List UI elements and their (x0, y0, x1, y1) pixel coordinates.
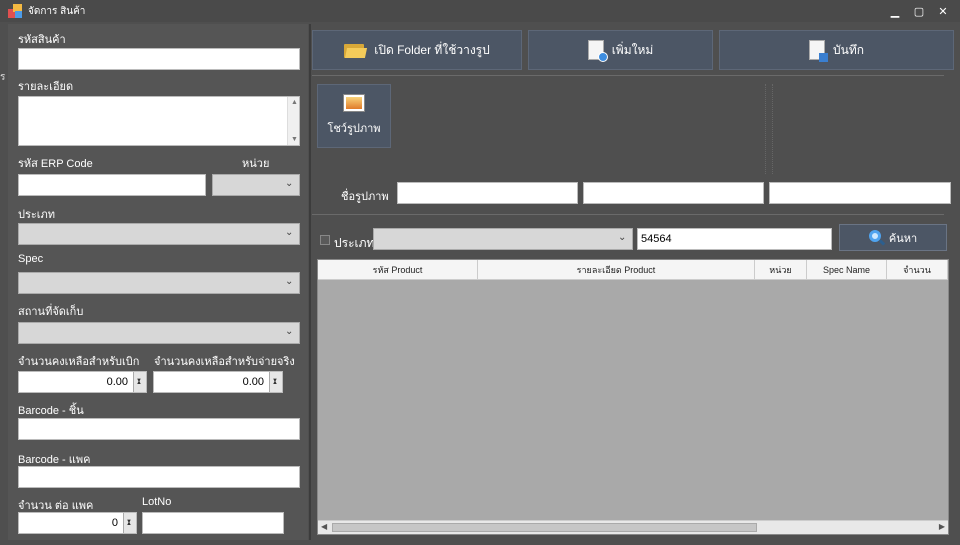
remain-actual-label: จำนวนคงเหลือสำหรับจ่ายจริง (154, 356, 295, 368)
chevron-down-icon: ⌄ (285, 276, 294, 287)
open-folder-button[interactable]: เปิด Folder ที่ใช้วางรูป (312, 30, 522, 70)
spec-label: Spec (18, 253, 44, 265)
minimize-button[interactable]: ▁ (884, 3, 906, 19)
remain-withdraw-stepper[interactable]: 0.00 ▲ ▼ (18, 371, 147, 393)
show-image-button[interactable]: โชว์รูปภาพ (317, 84, 391, 148)
search-button-label: ค้นหา (888, 232, 918, 245)
column-product-detail[interactable]: รายละเอียด Product (478, 260, 755, 280)
lotno-input[interactable] (142, 512, 284, 534)
chevron-down-icon: ⌄ (285, 227, 294, 238)
image-name-input-2[interactable] (583, 182, 764, 204)
right-panel: เปิด Folder ที่ใช้วางรูป เพิ่มใหม่ บันทึ… (312, 24, 956, 540)
detail-label: รายละเอียด (18, 81, 74, 93)
window-controls: ▁ ▢ ✕ (884, 3, 954, 19)
erp-code-input[interactable] (18, 174, 206, 196)
chevron-down-icon: ⌄ (285, 178, 294, 189)
save-document-icon (809, 40, 828, 62)
spinner-icon[interactable]: ▲ ▼ (133, 372, 146, 392)
open-folder-label: เปิด Folder ที่ใช้วางรูป (374, 42, 490, 57)
panel-divider (309, 24, 311, 540)
image-name-label: ชื่อรูปภาพ (341, 191, 389, 203)
toolbar-separator (312, 75, 944, 76)
add-new-label: เพิ่มใหม่ (611, 42, 654, 57)
detail-scrollbar[interactable]: ▲ ▼ (287, 97, 299, 145)
grid-horizontal-scrollbar[interactable]: ◀ ▶ (318, 520, 948, 534)
image-preview-divider (772, 84, 773, 174)
folder-icon (344, 42, 368, 58)
product-form-panel: รหัสสินค้า รายละเอียด ▲ ▼ รหัส ERP Code ห… (8, 24, 308, 540)
search-type-select[interactable]: ⌄ (373, 228, 633, 250)
image-preview-area (394, 84, 766, 174)
type-checkbox[interactable] (320, 235, 330, 245)
search-input[interactable]: 54564 (637, 228, 832, 250)
qty-per-pack-value: 0 (111, 517, 118, 529)
search-separator (312, 214, 944, 215)
lotno-label: LotNo (142, 496, 172, 508)
scroll-left-icon[interactable]: ◀ (321, 522, 327, 531)
search-button[interactable]: ค้นหา (839, 224, 947, 251)
scroll-thumb[interactable] (332, 523, 757, 532)
show-image-label: โชว์รูปภาพ (327, 123, 381, 135)
type-label: ประเภท (18, 209, 56, 221)
grid-header: รหัส Product รายละเอียด Product หน่วย Sp… (318, 260, 948, 280)
picture-icon (344, 95, 364, 111)
unit-select[interactable]: ⌄ (212, 174, 300, 196)
maximize-button[interactable]: ▢ (908, 3, 930, 19)
app-icon (8, 4, 22, 18)
unit-label: หน่วย (242, 158, 270, 170)
spinner-icon[interactable]: ▲ ▼ (269, 372, 282, 392)
column-product-code[interactable]: รหัส Product (318, 260, 478, 280)
new-document-icon (587, 40, 608, 62)
product-grid[interactable]: รหัส Product รายละเอียด Product หน่วย Sp… (317, 259, 949, 535)
erp-code-label: รหัส ERP Code (18, 158, 93, 170)
spinner-icon[interactable]: ▲ ▼ (123, 513, 136, 533)
product-code-input[interactable] (18, 48, 300, 70)
spec-select[interactable]: ⌄ (18, 272, 300, 294)
location-label: สถานที่จัดเก็บ (18, 306, 84, 318)
product-code-label: รหัสสินค้า (18, 34, 66, 46)
scroll-right-icon[interactable]: ▶ (939, 522, 945, 531)
column-quantity[interactable]: จำนวน (887, 260, 948, 280)
remain-actual-stepper[interactable]: 0.00 ▲ ▼ (153, 371, 283, 393)
save-button[interactable]: บันทึก (719, 30, 954, 70)
save-label: บันทึก (833, 42, 864, 57)
column-spec-name[interactable]: Spec Name (807, 260, 887, 280)
title-bar: จัดการ สินค้า ▁ ▢ ✕ (0, 0, 960, 22)
remain-withdraw-value: 0.00 (106, 376, 128, 388)
close-button[interactable]: ✕ (932, 3, 954, 19)
detail-textarea[interactable]: ▲ ▼ (18, 96, 300, 146)
remain-withdraw-label: จำนวนคงเหลือสำหรับเบิก (18, 356, 140, 368)
column-unit[interactable]: หน่วย (755, 260, 807, 280)
remain-actual-value: 0.00 (242, 376, 264, 388)
search-icon (868, 229, 886, 246)
location-select[interactable]: ⌄ (18, 322, 300, 344)
type-select[interactable]: ⌄ (18, 223, 300, 245)
barcode-pack-input[interactable] (18, 466, 300, 488)
image-name-input-3[interactable] (769, 182, 951, 204)
main-window: จัดการ สินค้า ▁ ▢ ✕ ร รหัสสินค้า รายละเอ… (0, 0, 960, 545)
barcode-piece-label: Barcode - ชิ้น (18, 405, 84, 417)
window-title: จัดการ สินค้า (28, 5, 86, 17)
chevron-down-icon: ⌄ (285, 326, 294, 337)
type-checkbox-label: ประเภท (334, 236, 375, 250)
chevron-down-icon: ⌄ (618, 232, 627, 243)
image-name-input-1[interactable] (397, 182, 578, 204)
barcode-piece-input[interactable] (18, 418, 300, 440)
qty-per-pack-stepper[interactable]: 0 ▲ ▼ (18, 512, 137, 534)
edge-text: ร (0, 72, 6, 83)
add-new-button[interactable]: เพิ่มใหม่ (528, 30, 713, 70)
